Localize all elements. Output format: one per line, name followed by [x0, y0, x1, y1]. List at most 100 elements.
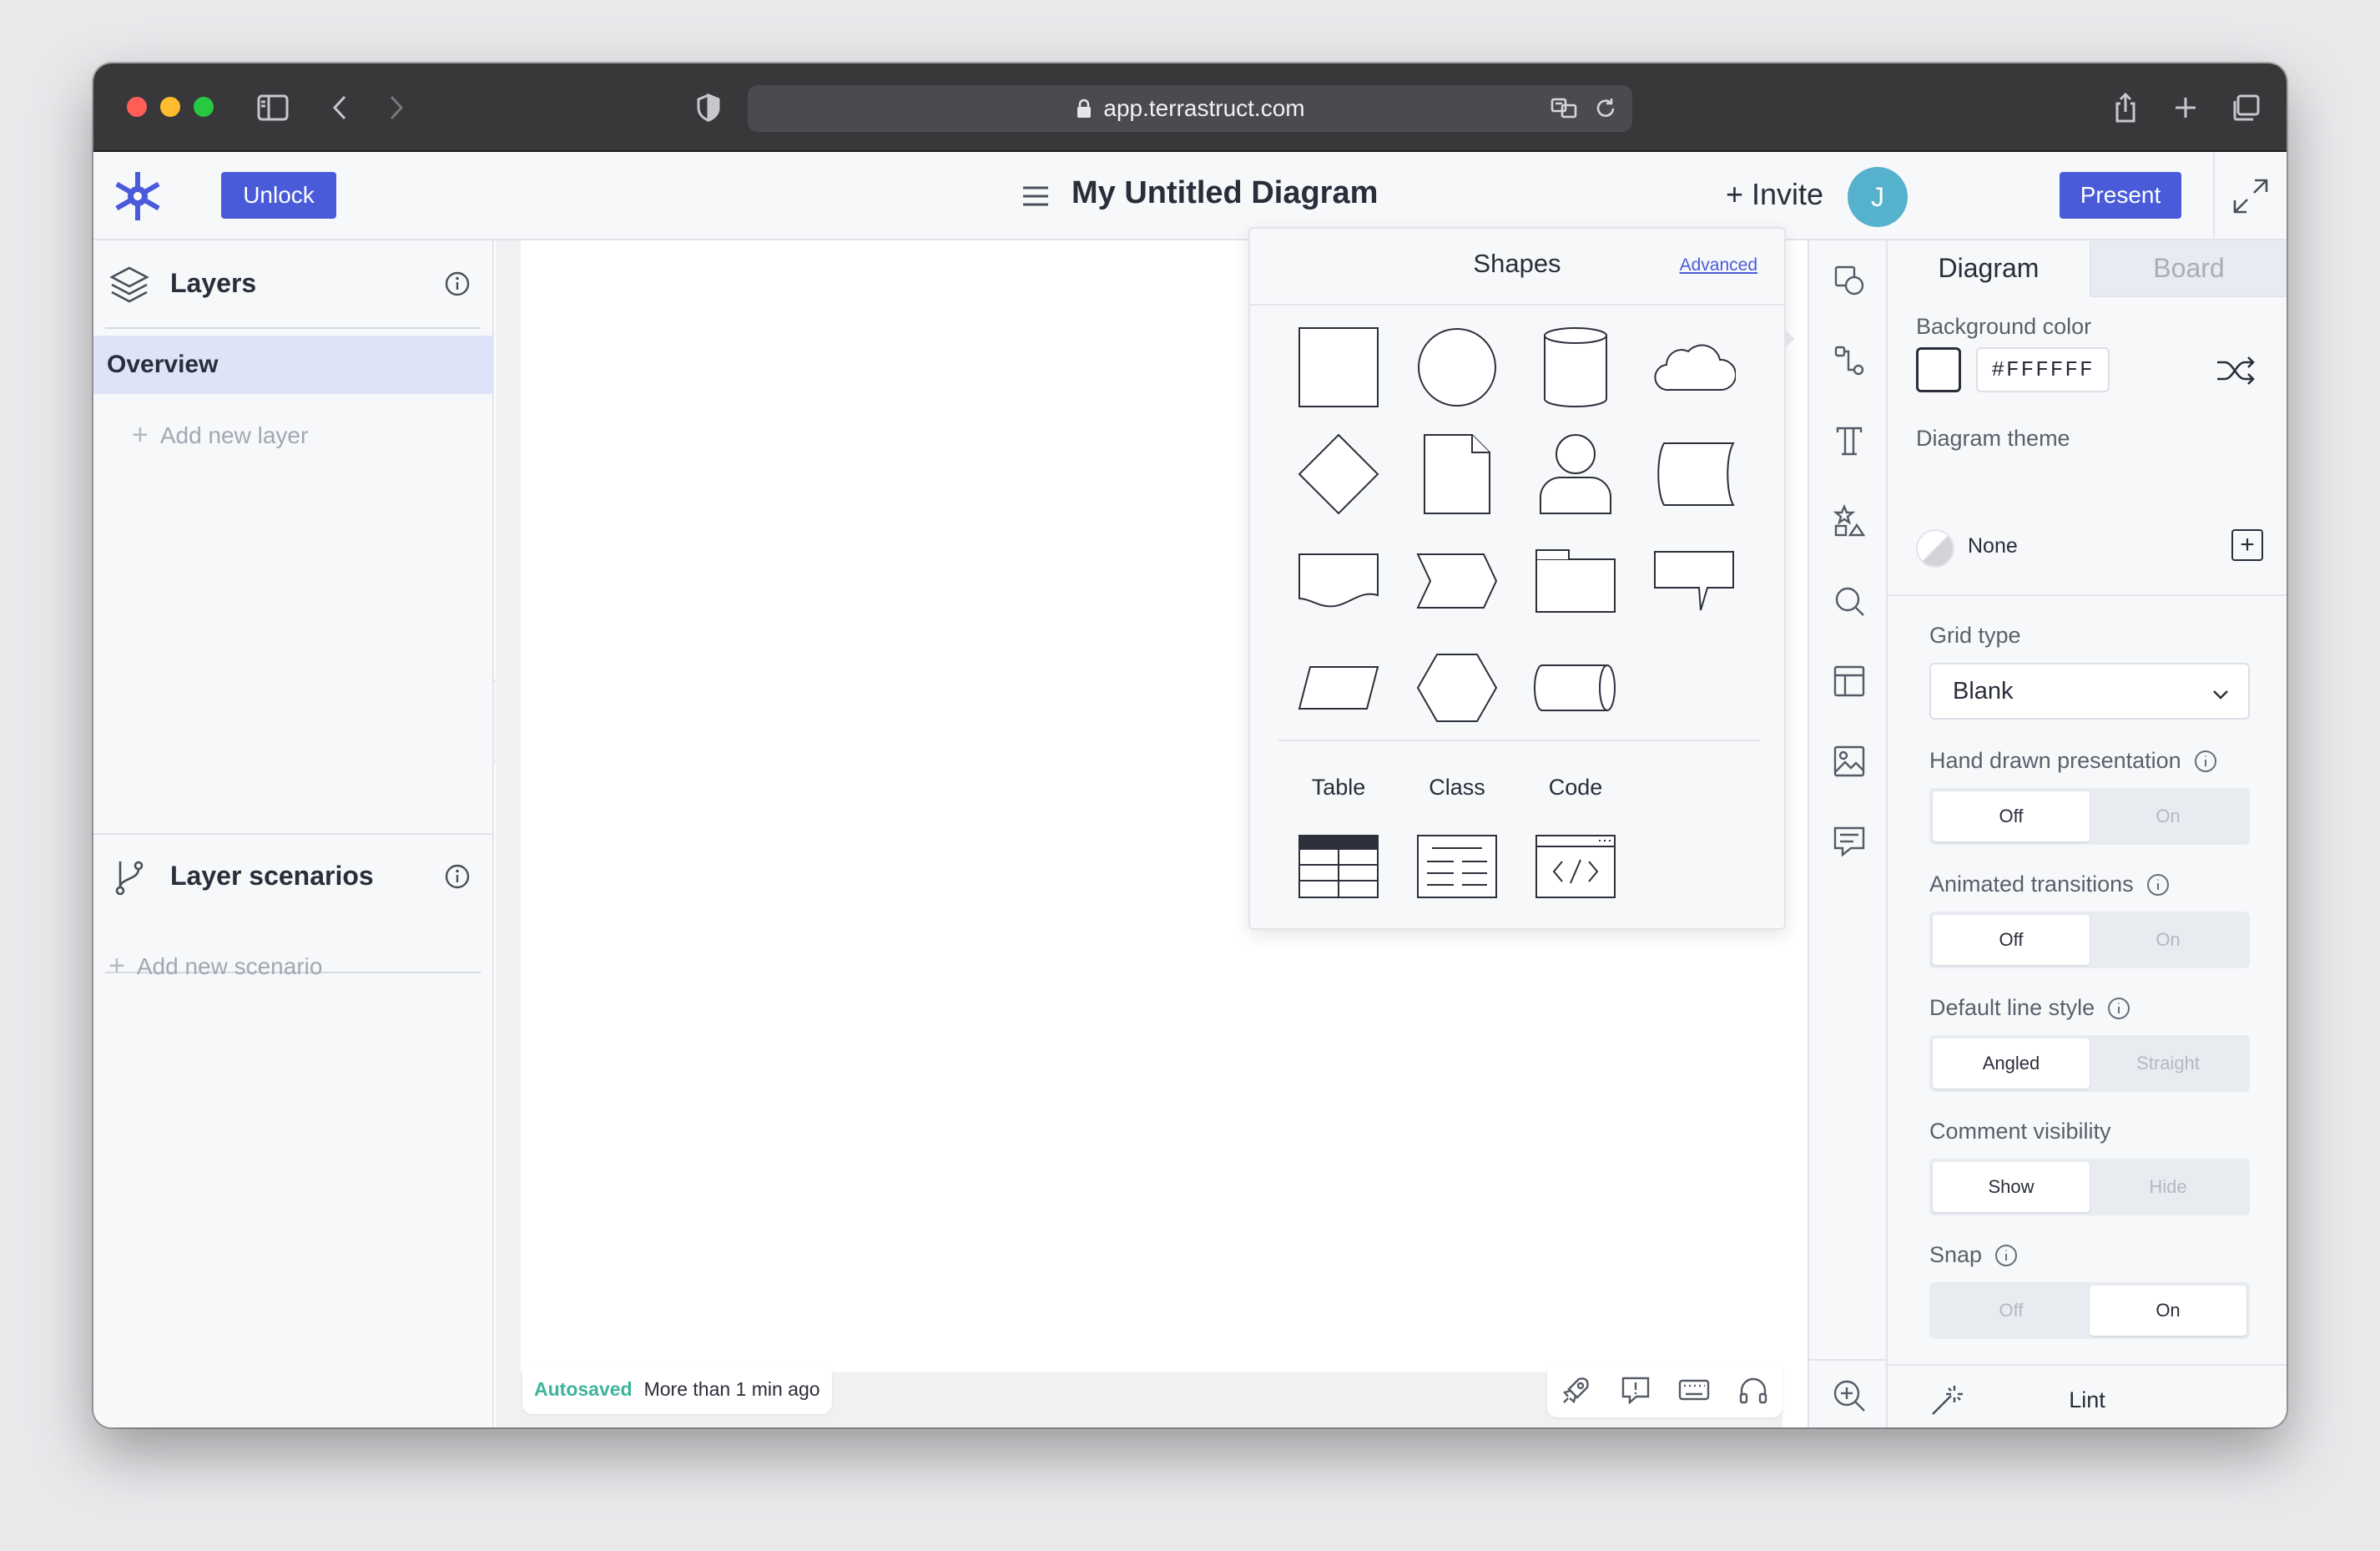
shapes-icon[interactable] — [1831, 262, 1868, 299]
autosave-status: Autosaved More than 1 min ago — [522, 1364, 832, 1414]
theme-preview-icon[interactable] — [1916, 529, 1954, 568]
close-window-button[interactable] — [127, 97, 147, 117]
animated-transitions-toggle[interactable]: Off On — [1929, 912, 2250, 968]
line-style-label-text: Default line style — [1929, 995, 2095, 1020]
shield-icon[interactable] — [689, 88, 728, 127]
table-shape-icon[interactable] — [1295, 823, 1382, 910]
info-icon[interactable] — [2146, 872, 2171, 897]
background-color-swatch[interactable] — [1916, 347, 1961, 392]
code-shape-icon[interactable] — [1532, 823, 1619, 910]
grid-type-value: Blank — [1953, 677, 2014, 705]
chevron-down-icon — [2211, 683, 2230, 701]
back-icon[interactable] — [320, 88, 359, 127]
class-shape-icon[interactable] — [1414, 823, 1500, 910]
comment-icon[interactable] — [1831, 823, 1868, 860]
rectangle-shape-icon[interactable] — [1295, 324, 1382, 411]
feedback-icon[interactable] — [1619, 1373, 1652, 1407]
translate-icon[interactable] — [1551, 95, 1577, 122]
line-style-straight-option[interactable]: Straight — [2090, 1038, 2246, 1089]
rocket-icon[interactable] — [1560, 1373, 1593, 1407]
add-theme-button[interactable]: + — [2231, 529, 2263, 561]
terrastruct-logo-icon[interactable] — [110, 169, 165, 224]
text-icon[interactable] — [1831, 422, 1868, 459]
queue-shape-icon[interactable] — [1532, 644, 1619, 731]
cylinder-shape-icon[interactable] — [1532, 324, 1619, 411]
parallelogram-shape-icon[interactable] — [1295, 644, 1382, 731]
comment-hide-option[interactable]: Hide — [2090, 1162, 2246, 1212]
add-new-layer-label: Add new layer — [159, 422, 309, 448]
scenarios-info-icon[interactable] — [444, 863, 471, 890]
diagram-title[interactable]: My Untitled Diagram — [1072, 175, 1378, 211]
present-button[interactable]: Present — [2060, 172, 2181, 219]
diagram-theme-value[interactable]: None — [1968, 534, 2018, 558]
tab-overview-icon[interactable] — [2226, 88, 2265, 127]
hand-drawn-toggle[interactable]: Off On — [1929, 788, 2250, 845]
animated-on-option[interactable]: On — [2090, 915, 2246, 965]
keyboard-icon[interactable] — [1677, 1373, 1711, 1407]
background-color-input[interactable]: #FFFFFF — [1976, 347, 2110, 392]
zoom-in-icon[interactable] — [1831, 1377, 1868, 1414]
sidebar-toggle-icon[interactable] — [254, 88, 292, 127]
snap-off-option[interactable]: Off — [1933, 1286, 2090, 1336]
section-divider — [1888, 1364, 2287, 1366]
headphones-icon[interactable] — [1737, 1373, 1770, 1407]
url-text: app.terrastruct.com — [1103, 95, 1305, 121]
callout-shape-icon[interactable] — [1651, 538, 1737, 624]
info-icon[interactable] — [2193, 749, 2218, 774]
connection-icon[interactable] — [1831, 342, 1868, 379]
person-shape-icon[interactable] — [1532, 431, 1619, 518]
circle-shape-icon[interactable] — [1414, 324, 1500, 411]
line-style-angled-option[interactable]: Angled — [1933, 1038, 2090, 1089]
add-new-layer-button[interactable]: + Add new layer — [132, 419, 308, 452]
search-icon[interactable] — [1831, 583, 1868, 619]
hexagon-shape-icon[interactable] — [1414, 644, 1500, 731]
hand-drawn-off-option[interactable]: Off — [1933, 791, 2090, 841]
snap-on-option[interactable]: On — [2090, 1286, 2246, 1336]
page-shape-icon[interactable] — [1414, 431, 1500, 518]
plus-icon: + — [108, 950, 125, 982]
shuffle-icon[interactable] — [2215, 354, 2256, 387]
browser-window: app.terrastruct.com Unlock My Untitled D… — [93, 63, 2287, 1427]
tool-rail — [1808, 240, 1889, 1427]
package-shape-icon[interactable] — [1532, 538, 1619, 624]
hand-drawn-on-option[interactable]: On — [2090, 791, 2246, 841]
tab-board[interactable]: Board — [2090, 240, 2287, 297]
address-bar[interactable]: app.terrastruct.com — [748, 85, 1632, 132]
info-icon[interactable] — [1994, 1243, 2019, 1268]
share-icon[interactable] — [2106, 88, 2145, 127]
animated-off-option[interactable]: Off — [1933, 915, 2090, 965]
layer-overview[interactable]: Overview — [93, 336, 494, 394]
hamburger-menu-icon[interactable] — [1021, 184, 1050, 209]
image-icon[interactable] — [1831, 743, 1868, 780]
line-style-toggle[interactable]: Angled Straight — [1929, 1035, 2250, 1092]
layers-info-icon[interactable] — [444, 270, 471, 297]
advanced-link[interactable]: Advanced — [1680, 255, 1757, 275]
background-color-label: Background color — [1916, 314, 2092, 339]
layout-icon[interactable] — [1831, 663, 1868, 700]
snap-toggle[interactable]: Off On — [1929, 1282, 2250, 1339]
tab-diagram[interactable]: Diagram — [1888, 240, 2090, 297]
grid-type-select[interactable]: Blank — [1929, 663, 2250, 720]
add-new-scenario-button[interactable]: + Add new scenario — [108, 950, 322, 983]
new-tab-icon[interactable] — [2166, 88, 2205, 127]
minimize-window-button[interactable] — [160, 97, 180, 117]
fullscreen-icon[interactable] — [2231, 177, 2272, 217]
stored-data-shape-icon[interactable] — [1651, 431, 1737, 518]
document-shape-icon[interactable] — [1295, 538, 1382, 624]
comment-visibility-toggle[interactable]: Show Hide — [1929, 1159, 2250, 1215]
shapes-divider-2 — [1278, 740, 1759, 741]
invite-button[interactable]: + Invite — [1726, 177, 1823, 212]
diamond-shape-icon[interactable] — [1295, 431, 1382, 518]
diagram-theme-label: Diagram theme — [1916, 426, 2070, 451]
cloud-shape-icon[interactable] — [1651, 324, 1737, 411]
forward-icon[interactable] — [377, 88, 416, 127]
info-icon[interactable] — [2106, 996, 2131, 1021]
unlock-button[interactable]: Unlock — [221, 172, 336, 219]
lint-button[interactable]: Lint — [1888, 1367, 2287, 1427]
comment-show-option[interactable]: Show — [1933, 1162, 2090, 1212]
step-shape-icon[interactable] — [1414, 538, 1500, 624]
icons-icon[interactable] — [1831, 503, 1868, 539]
user-avatar[interactable]: J — [1848, 167, 1908, 227]
zoom-window-button[interactable] — [194, 97, 214, 117]
reload-icon[interactable] — [1592, 95, 1619, 122]
